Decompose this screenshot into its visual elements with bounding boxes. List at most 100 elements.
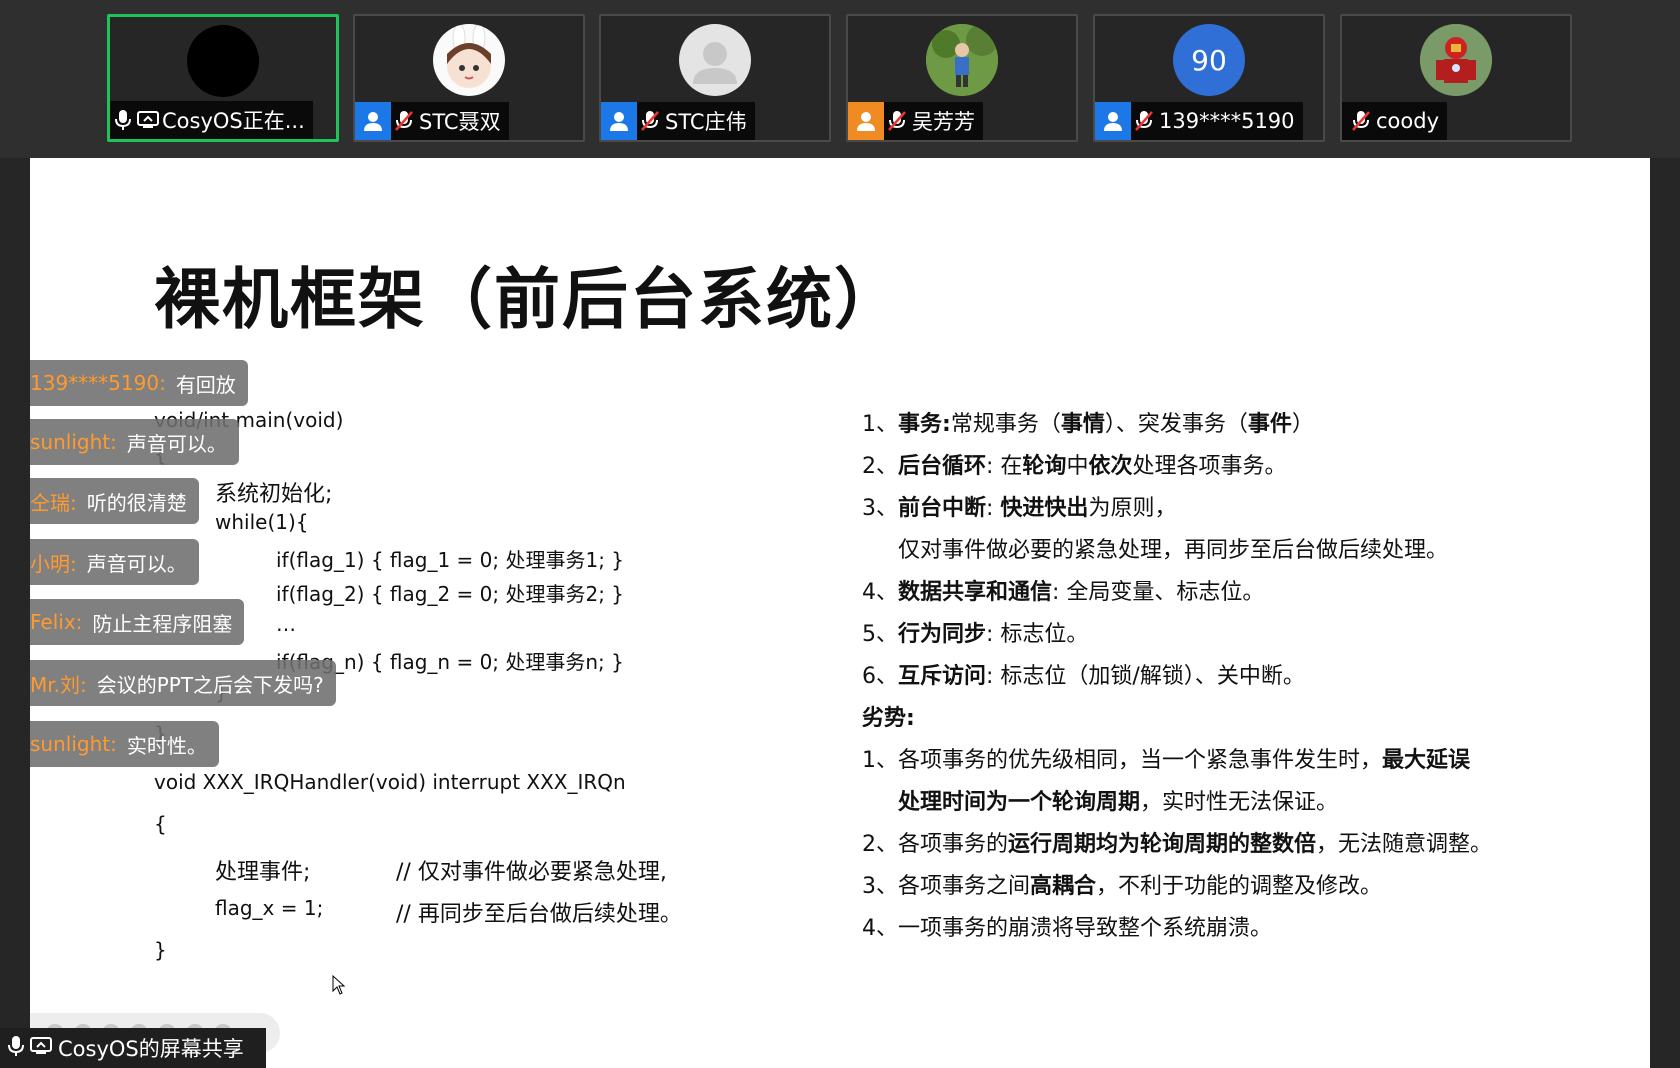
point-line: 6、互斥访问: 标志位（加锁/解锁）、关中断。 bbox=[862, 658, 1305, 690]
point-text: 常规事务（ bbox=[950, 412, 1061, 437]
chat-sender: Mr.刘: bbox=[30, 672, 87, 697]
chat-sender: sunlight: bbox=[30, 732, 117, 756]
point-number: 2、 bbox=[862, 454, 898, 479]
code-line: } bbox=[154, 938, 167, 962]
chat-sender: 小明: bbox=[30, 551, 77, 576]
point-bold: 快进快出 bbox=[1000, 496, 1089, 521]
point-number: 1、 bbox=[862, 412, 898, 437]
screen-share-status: CosyOS的屏幕共享 bbox=[0, 1028, 266, 1068]
chat-message: 声音可以。 bbox=[86, 551, 187, 576]
code-line: 处理事件; bbox=[215, 860, 311, 885]
code-line: flag_x = 1; bbox=[215, 896, 324, 920]
point-text: 仅对事件做必要的紧急处理，再同步至后台做后续处理。 bbox=[898, 538, 1449, 563]
mouse-cursor-icon bbox=[332, 974, 346, 999]
chat-bubble: 仝瑞: 听的很清楚 bbox=[30, 478, 199, 524]
disadvantage-line: 3、各项事务之间高耦合，不利于功能的调整及修改。 bbox=[862, 868, 1382, 900]
default-avatar bbox=[679, 24, 751, 96]
point-text: : 标志位。 bbox=[986, 622, 1089, 647]
point-bold: 事务: bbox=[898, 412, 951, 437]
point-number: 1、 bbox=[862, 748, 898, 773]
chat-message: 有回放 bbox=[175, 372, 236, 397]
participant-tile-cosyos[interactable]: CosyOS正在... bbox=[107, 14, 339, 142]
chat-bubble: 139****5190: 有回放 bbox=[30, 360, 248, 406]
point-bold: 行为同步 bbox=[898, 622, 987, 647]
microphone-muted-icon bbox=[1348, 102, 1374, 140]
point-line: 2、后台循环: 在轮询中依次处理各项事务。 bbox=[862, 448, 1286, 480]
participant-strip: CosyOS正在... STC聂双 STC庄伟 吴芳芳 90 139****51… bbox=[0, 0, 1680, 158]
left-margin bbox=[0, 158, 30, 1068]
host-user-icon bbox=[355, 102, 391, 140]
point-text: ）、突发事务（ bbox=[1104, 412, 1248, 437]
chat-sender: Felix: bbox=[30, 610, 83, 634]
chat-sender: sunlight: bbox=[30, 430, 117, 454]
initials-avatar: 90 bbox=[1173, 24, 1245, 96]
code-line: 系统初始化; bbox=[215, 482, 333, 507]
chat-message: 声音可以。 bbox=[126, 431, 227, 456]
right-margin bbox=[1650, 158, 1680, 1068]
point-bold: 依次 bbox=[1088, 454, 1133, 479]
participant-name: STC庄伟 bbox=[665, 110, 747, 134]
code-line: if(flag_1) { flag_1 = 0; 处理事务1; } bbox=[276, 548, 625, 572]
participant-tile-wu[interactable]: 吴芳芳 bbox=[846, 14, 1078, 142]
disadvantage-line: 2、各项事务的运行周期均为轮询周期的整数倍，无法随意调整。 bbox=[862, 826, 1492, 858]
participant-tile-stc-zhuang[interactable]: STC庄伟 bbox=[599, 14, 831, 142]
point-number: 4、 bbox=[862, 580, 898, 605]
participant-name: CosyOS正在... bbox=[162, 109, 305, 133]
avatar bbox=[187, 25, 259, 97]
point-bold: 事情 bbox=[1060, 412, 1105, 437]
disadvantages-heading: 劣势: bbox=[862, 700, 915, 732]
disadvantage-line: 1、各项事务的优先级相同，当一个紧急事件发生时，最大延误 bbox=[862, 742, 1470, 774]
point-line: 1、事务:常规事务（事情）、突发事务（事件） bbox=[862, 406, 1314, 438]
chat-bubble: sunlight: 实时性。 bbox=[30, 721, 219, 767]
host-user-icon bbox=[601, 102, 637, 140]
code-line: void XXX_IRQHandler(void) interrupt XXX_… bbox=[154, 770, 626, 794]
point-number: 3、 bbox=[862, 496, 898, 521]
participant-name: STC聂双 bbox=[419, 110, 501, 134]
chat-bubble: Felix: 防止主程序阻塞 bbox=[30, 599, 245, 645]
point-number: 2、 bbox=[862, 832, 898, 857]
point-text: ，无法随意调整。 bbox=[1316, 832, 1493, 857]
chat-bubble: 小明: 声音可以。 bbox=[30, 539, 199, 585]
chat-message: 实时性。 bbox=[126, 733, 207, 758]
code-line: { bbox=[154, 812, 167, 836]
disadvantage-line: 4、一项事务的崩溃将导致整个系统崩溃。 bbox=[862, 910, 1272, 942]
point-line: 3、前台中断: 快进快出为原则， bbox=[862, 490, 1176, 522]
participant-tile-coody[interactable]: coody bbox=[1340, 14, 1572, 142]
point-number: 5、 bbox=[862, 622, 898, 647]
point-text: : bbox=[986, 496, 1001, 521]
cohost-user-icon bbox=[848, 102, 884, 140]
microphone-muted-icon bbox=[884, 102, 910, 140]
chat-bubble: Mr.刘: 会议的PPT之后会下发吗? bbox=[30, 660, 336, 706]
screen-share-icon bbox=[30, 1037, 52, 1059]
microphone-icon bbox=[110, 101, 136, 139]
point-text: 各项事务的优先级相同，当一个紧急事件发生时， bbox=[898, 748, 1383, 773]
heading-text: 劣势: bbox=[862, 706, 915, 731]
point-text: : 全局变量、标志位。 bbox=[1052, 580, 1265, 605]
microphone-muted-icon bbox=[1131, 102, 1157, 140]
slide-title: 裸机框架（前后台系统） bbox=[154, 261, 902, 338]
point-line: 5、行为同步: 标志位。 bbox=[862, 616, 1088, 648]
point-bold: 数据共享和通信 bbox=[898, 580, 1053, 605]
participant-tile-stc-nie[interactable]: STC聂双 bbox=[353, 14, 585, 142]
point-bold: 高耦合 bbox=[1030, 874, 1097, 899]
point-line: 仅对事件做必要的紧急处理，再同步至后台做后续处理。 bbox=[898, 532, 1448, 564]
point-bold: 运行周期均为轮询周期的整数倍 bbox=[1008, 832, 1317, 857]
point-text: ，不利于功能的调整及修改。 bbox=[1096, 874, 1383, 899]
point-text: 各项事务的 bbox=[898, 832, 1009, 857]
point-text: : 标志位（加锁/解锁）、关中断。 bbox=[986, 664, 1305, 689]
point-text: 为原则， bbox=[1088, 496, 1177, 521]
code-comment: // 再同步至后台做后续处理。 bbox=[396, 902, 682, 927]
code-line: … bbox=[276, 612, 296, 636]
point-bold: 互斥访问 bbox=[898, 664, 987, 689]
point-text: 各项事务之间 bbox=[898, 874, 1031, 899]
point-text: ） bbox=[1291, 412, 1314, 437]
point-number: 3、 bbox=[862, 874, 898, 899]
screen-share-icon bbox=[136, 101, 160, 139]
participant-name: coody bbox=[1376, 109, 1439, 133]
point-text: : 在 bbox=[986, 454, 1023, 479]
chat-message: 听的很清楚 bbox=[86, 490, 187, 515]
participant-namebar: STC庄伟 bbox=[601, 102, 755, 140]
bunny-avatar bbox=[433, 24, 505, 96]
participant-tile-139[interactable]: 90 139****5190 bbox=[1093, 14, 1325, 142]
code-comment: // 仅对事件做必要紧急处理, bbox=[396, 860, 667, 885]
